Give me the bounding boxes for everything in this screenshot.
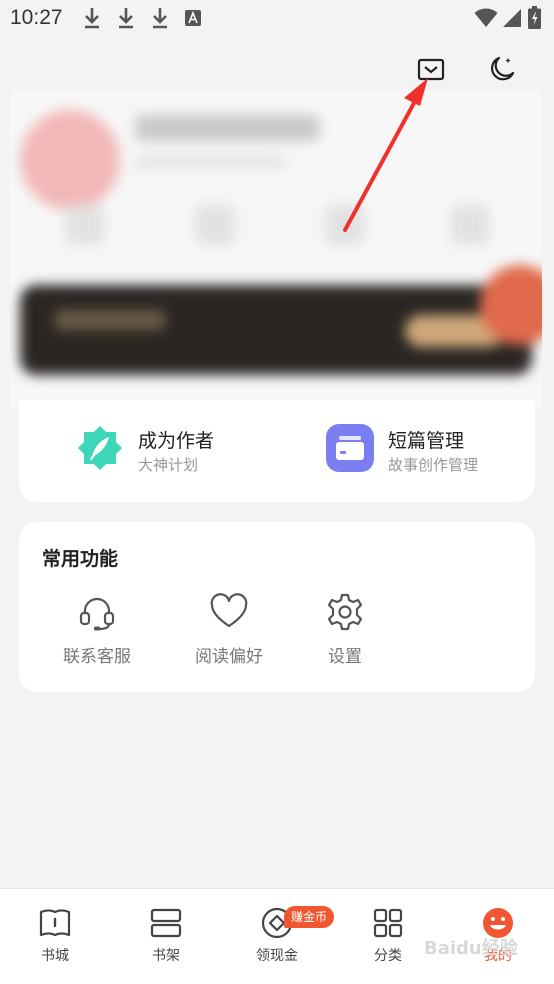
tab-bookstore[interactable]: 书城 (15, 907, 95, 965)
tab-label: 书架 (152, 948, 180, 964)
creator-card: 成为作者 大神计划 短篇管理 故事创作管理 (19, 400, 535, 502)
moon-icon[interactable] (487, 54, 517, 84)
status-time: 10:27 (10, 6, 63, 29)
feature-subtitle: 大神计划 (138, 456, 199, 474)
feather-icon (78, 426, 122, 470)
tab-label: 分类 (374, 948, 402, 964)
watermark: Baidu经验 (424, 938, 518, 959)
earn-coins-badge: 赚金币 (284, 906, 335, 928)
function-label: 设置 (328, 647, 362, 667)
profile-area-blurred (10, 90, 542, 408)
customer-service-item[interactable]: 联系客服 (52, 592, 142, 667)
avatar (20, 110, 120, 210)
gear-icon (327, 593, 363, 631)
download-icon (153, 8, 167, 29)
become-author-entry[interactable]: 成为作者 大神计划 (76, 424, 296, 474)
font-app-icon (185, 10, 201, 26)
download-icon (119, 8, 133, 29)
feature-title: 短篇管理 (388, 430, 465, 452)
reading-preference-item[interactable]: 阅读偏好 (184, 592, 274, 667)
mail-icon[interactable] (416, 54, 446, 84)
headset-icon (79, 597, 115, 631)
grid-icon (373, 908, 403, 938)
feature-subtitle: 故事创作管理 (388, 456, 479, 474)
heart-icon (210, 593, 248, 628)
section-title: 常用功能 (42, 548, 119, 570)
tab-label: 书城 (41, 948, 69, 964)
settings-item[interactable]: 设置 (300, 592, 390, 667)
feature-title: 成为作者 (138, 430, 215, 452)
signal-icon (503, 9, 521, 27)
battery-icon (528, 6, 541, 29)
bookshelf-icon (150, 908, 182, 938)
tab-bookshelf[interactable]: 书架 (126, 907, 206, 965)
book-icon (39, 909, 71, 937)
wifi-icon (474, 8, 498, 27)
short-story-entry[interactable]: 短篇管理 故事创作管理 (326, 424, 526, 474)
common-functions-card: 常用功能 联系客服 阅读偏好 设置 (19, 522, 535, 692)
function-label: 联系客服 (63, 647, 131, 667)
folder-icon (326, 424, 374, 472)
tab-category[interactable]: 分类 (348, 907, 428, 965)
function-label: 阅读偏好 (195, 647, 263, 667)
status-bar: 10:27 (0, 0, 554, 38)
download-icon (85, 8, 99, 29)
tab-label: 领现金 (256, 948, 298, 964)
